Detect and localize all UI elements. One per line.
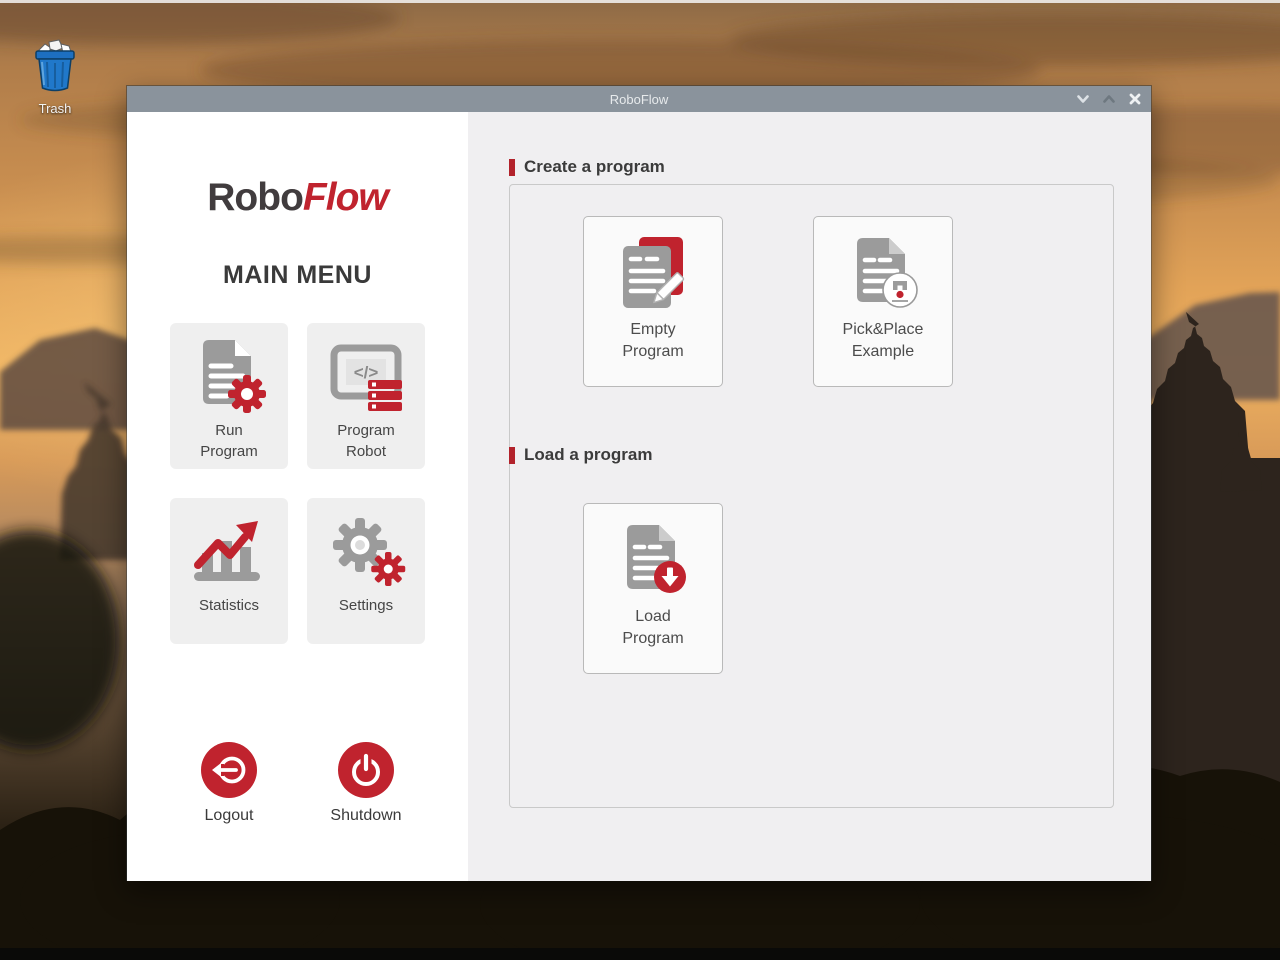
card-load-program[interactable]: Load Program bbox=[583, 503, 723, 674]
logout-label: Logout bbox=[205, 807, 254, 825]
chevron-down-icon bbox=[1076, 93, 1090, 105]
roboflow-window: RoboFlow bbox=[126, 85, 1152, 881]
logo-robo: Robo bbox=[207, 176, 303, 219]
main-menu-heading: MAIN MENU bbox=[127, 261, 468, 290]
trash-desktop-icon[interactable]: Trash bbox=[22, 36, 88, 116]
trash-icon bbox=[29, 36, 81, 94]
menu-tile-program-robot[interactable]: </> Program Robot bbox=[307, 323, 425, 469]
sidebar: RoboFlow MAIN MENU bbox=[127, 112, 468, 881]
menu-tile-label: Statistics bbox=[199, 595, 259, 616]
card-label: Load Program bbox=[622, 606, 683, 650]
shutdown-label: Shutdown bbox=[330, 807, 401, 825]
window-unshade-button[interactable] bbox=[1101, 92, 1116, 106]
code-glyph: </> bbox=[354, 363, 379, 382]
logout-icon bbox=[209, 750, 249, 790]
gears-icon bbox=[326, 511, 406, 591]
sidebar-actions: Logout Shutdown bbox=[170, 742, 425, 825]
section-create-program: Create a program bbox=[509, 157, 665, 177]
trash-label: Trash bbox=[22, 101, 88, 116]
menu-tile-grid: Run Program </> bbox=[170, 323, 425, 644]
chevron-up-icon bbox=[1102, 93, 1116, 105]
menu-tile-settings[interactable]: Settings bbox=[307, 498, 425, 644]
card-pickplace-example[interactable]: Pick&Place Example bbox=[813, 216, 953, 387]
section-load-program: Load a program bbox=[509, 445, 652, 465]
close-icon bbox=[1129, 93, 1141, 105]
menu-tile-label: Run Program bbox=[200, 420, 258, 462]
window-shade-button[interactable] bbox=[1075, 92, 1090, 106]
power-icon bbox=[346, 750, 386, 790]
document-download-icon bbox=[613, 520, 693, 600]
app-logo: RoboFlow bbox=[127, 176, 468, 220]
document-pencil-icon bbox=[613, 233, 693, 313]
bar-chart-trend-icon bbox=[189, 511, 269, 591]
menu-tile-statistics[interactable]: Statistics bbox=[170, 498, 288, 644]
card-empty-program[interactable]: Empty Program bbox=[583, 216, 723, 387]
section-accent-bar bbox=[509, 159, 515, 176]
card-label: Empty Program bbox=[622, 319, 683, 363]
window-titlebar[interactable]: RoboFlow bbox=[127, 86, 1151, 112]
card-label: Pick&Place Example bbox=[843, 319, 924, 363]
logout-button[interactable]: Logout bbox=[170, 742, 288, 825]
section-title: Load a program bbox=[524, 445, 652, 465]
menu-tile-run-program[interactable]: Run Program bbox=[170, 323, 288, 469]
window-close-button[interactable] bbox=[1127, 92, 1142, 106]
section-title: Create a program bbox=[524, 157, 665, 177]
main-content: Create a program bbox=[468, 112, 1151, 881]
document-gear-icon bbox=[189, 336, 269, 416]
code-monitor-icon: </> bbox=[326, 336, 406, 416]
desktop: Trash RoboFlow bbox=[0, 0, 1280, 960]
shutdown-button[interactable]: Shutdown bbox=[307, 742, 425, 825]
section-accent-bar bbox=[509, 447, 515, 464]
menu-tile-label: Settings bbox=[339, 595, 393, 616]
menu-tile-label: Program Robot bbox=[337, 420, 395, 462]
window-title: RoboFlow bbox=[127, 92, 1151, 107]
document-gripper-icon bbox=[843, 233, 923, 313]
logo-flow: Flow bbox=[303, 176, 388, 219]
top-panel-edge bbox=[0, 0, 1280, 3]
